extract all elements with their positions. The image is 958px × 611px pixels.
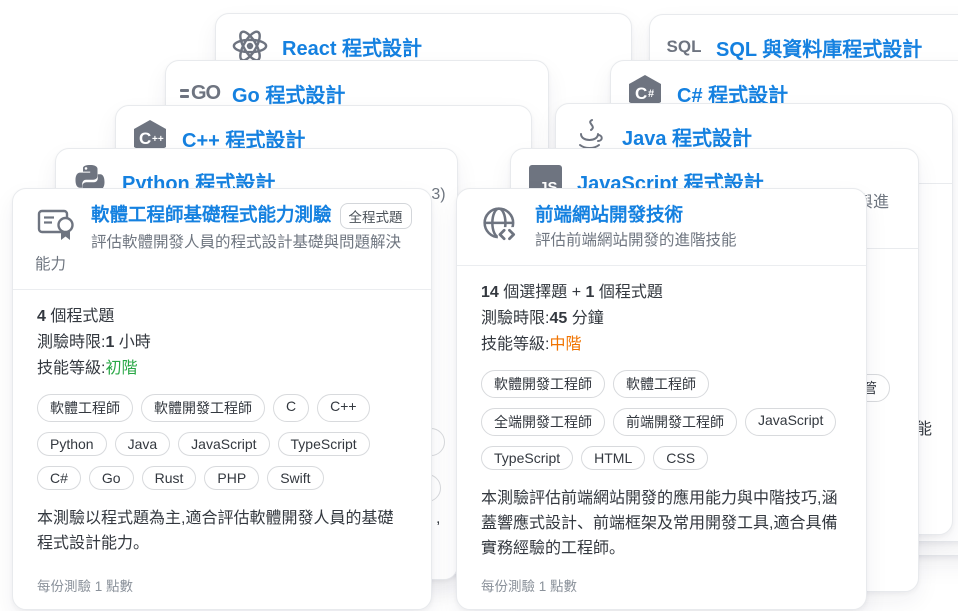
tag-row: 軟體工程師軟體開發工程師 C C++ <box>37 394 407 422</box>
stat-line: 技能等級:初階 <box>37 356 407 382</box>
card-react-title: React 程式設計 <box>282 32 422 61</box>
tag: Swift <box>267 466 323 490</box>
tag: 前端開發工程師 <box>613 408 737 436</box>
card-description: 本測驗評估前端網站開發的應用能力與中階技巧,涵蓋響應式設計、前端框架及常用開發工… <box>481 486 842 561</box>
all-coding-questions-badge: 全程式題 <box>340 203 412 229</box>
stat-line: 測驗時限:1 小時 <box>37 330 407 356</box>
svg-text:++: ++ <box>152 134 164 145</box>
card-footer-points: 每份測驗 1 點數 <box>481 575 577 595</box>
card-title-row: 軟體工程師基礎程式能力測驗 全程式題 <box>91 203 411 229</box>
tag: C++ <box>317 394 369 422</box>
tag: HTML <box>581 446 645 470</box>
tag-row: 全端開發工程師前端開發工程師 JavaScript <box>481 408 842 436</box>
tag-row: 軟體開發工程師軟體工程師 <box>481 370 842 398</box>
tag: JavaScript <box>745 408 836 436</box>
card-subtitle: 評估軟體開發人員的程式設計基礎與問題解決能力 <box>35 232 411 277</box>
tag: Java <box>115 432 171 456</box>
tag: 軟體工程師 <box>613 370 709 398</box>
card-header: 軟體工程師基礎程式能力測驗 全程式題 評估軟體開發人員的程式設計基礎與問題解決能… <box>13 189 431 290</box>
card-header: 前端網站開發技術 評估前端網站開發的進階技能 <box>457 189 866 266</box>
card-title: 軟體工程師基礎程式能力測驗 <box>91 203 332 227</box>
tag: JavaScript <box>178 432 269 456</box>
stats: 14 個選擇題 + 1 個程式題測驗時限:45 分鐘技能等級:中階 <box>481 280 842 358</box>
tag: Python <box>37 432 107 456</box>
tag: Go <box>89 466 134 490</box>
tag: 軟體工程師 <box>37 394 133 422</box>
tag-list: 軟體工程師軟體開發工程師 C C++ Python Java JavaScript Type… <box>37 394 407 490</box>
svg-text:#: # <box>648 88 654 100</box>
card-body: 14 個選擇題 + 1 個程式題測驗時限:45 分鐘技能等級:中階 軟體開發工程… <box>457 266 866 561</box>
tag-list: 軟體開發工程師軟體工程師全端開發工程師前端開發工程師 JavaScript Type… <box>481 370 842 470</box>
card-body: 4 個程式題測驗時限:1 小時技能等級:初階 軟體工程師軟體開發工程師 C C++ P… <box>13 290 431 556</box>
tag: TypeScript <box>278 432 370 456</box>
svg-text:C: C <box>139 129 151 148</box>
assessment-cards-stage: React 程式設計 SQL SQL 與資料庫程式設計 GO Go 程式設計 C… <box>0 0 958 611</box>
tag: 軟體開發工程師 <box>141 394 265 422</box>
tag: C <box>273 394 309 422</box>
card-frontend-web-dev-test[interactable]: 前端網站開發技術 評估前端網站開發的進階技能 14 個選擇題 + 1 個程式題測… <box>456 188 867 610</box>
globe-code-icon <box>481 206 521 244</box>
card-go-title: Go 程式設計 <box>232 79 345 108</box>
tag-row: Python Java JavaScript TypeScript <box>37 432 407 456</box>
card-java-title: Java 程式設計 <box>622 122 752 151</box>
tag: 全端開發工程師 <box>481 408 605 436</box>
tag: TypeScript <box>481 446 573 470</box>
tag: C# <box>37 466 81 490</box>
stats: 4 個程式題測驗時限:1 小時技能等級:初階 <box>37 304 407 382</box>
tag: PHP <box>204 466 259 490</box>
tag: CSS <box>653 446 708 470</box>
stat-line: 14 個選擇題 + 1 個程式題 <box>481 280 842 306</box>
card-description: 本測驗以程式題為主,適合評估軟體開發人員的基礎程式設計能力。 <box>37 506 407 556</box>
card-title: 前端網站開發技術 <box>535 203 683 227</box>
tag-row: TypeScript HTML CSS <box>481 446 842 470</box>
certificate-icon <box>37 206 77 244</box>
tag-row: C# Go Rust PHP Swift <box>37 466 407 490</box>
stat-line: 技能等級:中階 <box>481 332 842 358</box>
card-footer-points: 每份測驗 1 點數 <box>37 575 133 595</box>
card-title-row: 前端網站開發技術 <box>535 203 846 227</box>
tag: Rust <box>142 466 197 490</box>
card-python-description-fragment: , <box>436 510 440 528</box>
stat-line: 4 個程式題 <box>37 304 407 330</box>
card-subtitle: 評估前端網站開發的進階技能 <box>479 230 846 252</box>
stat-line: 測驗時限:45 分鐘 <box>481 306 842 332</box>
card-software-engineer-basic-test[interactable]: 軟體工程師基礎程式能力測驗 全程式題 評估軟體開發人員的程式設計基礎與問題解決能… <box>12 188 432 610</box>
svg-text:C: C <box>635 84 647 103</box>
card-sql-title: SQL 與資料庫程式設計 <box>716 33 922 62</box>
tag: 軟體開發工程師 <box>481 370 605 398</box>
